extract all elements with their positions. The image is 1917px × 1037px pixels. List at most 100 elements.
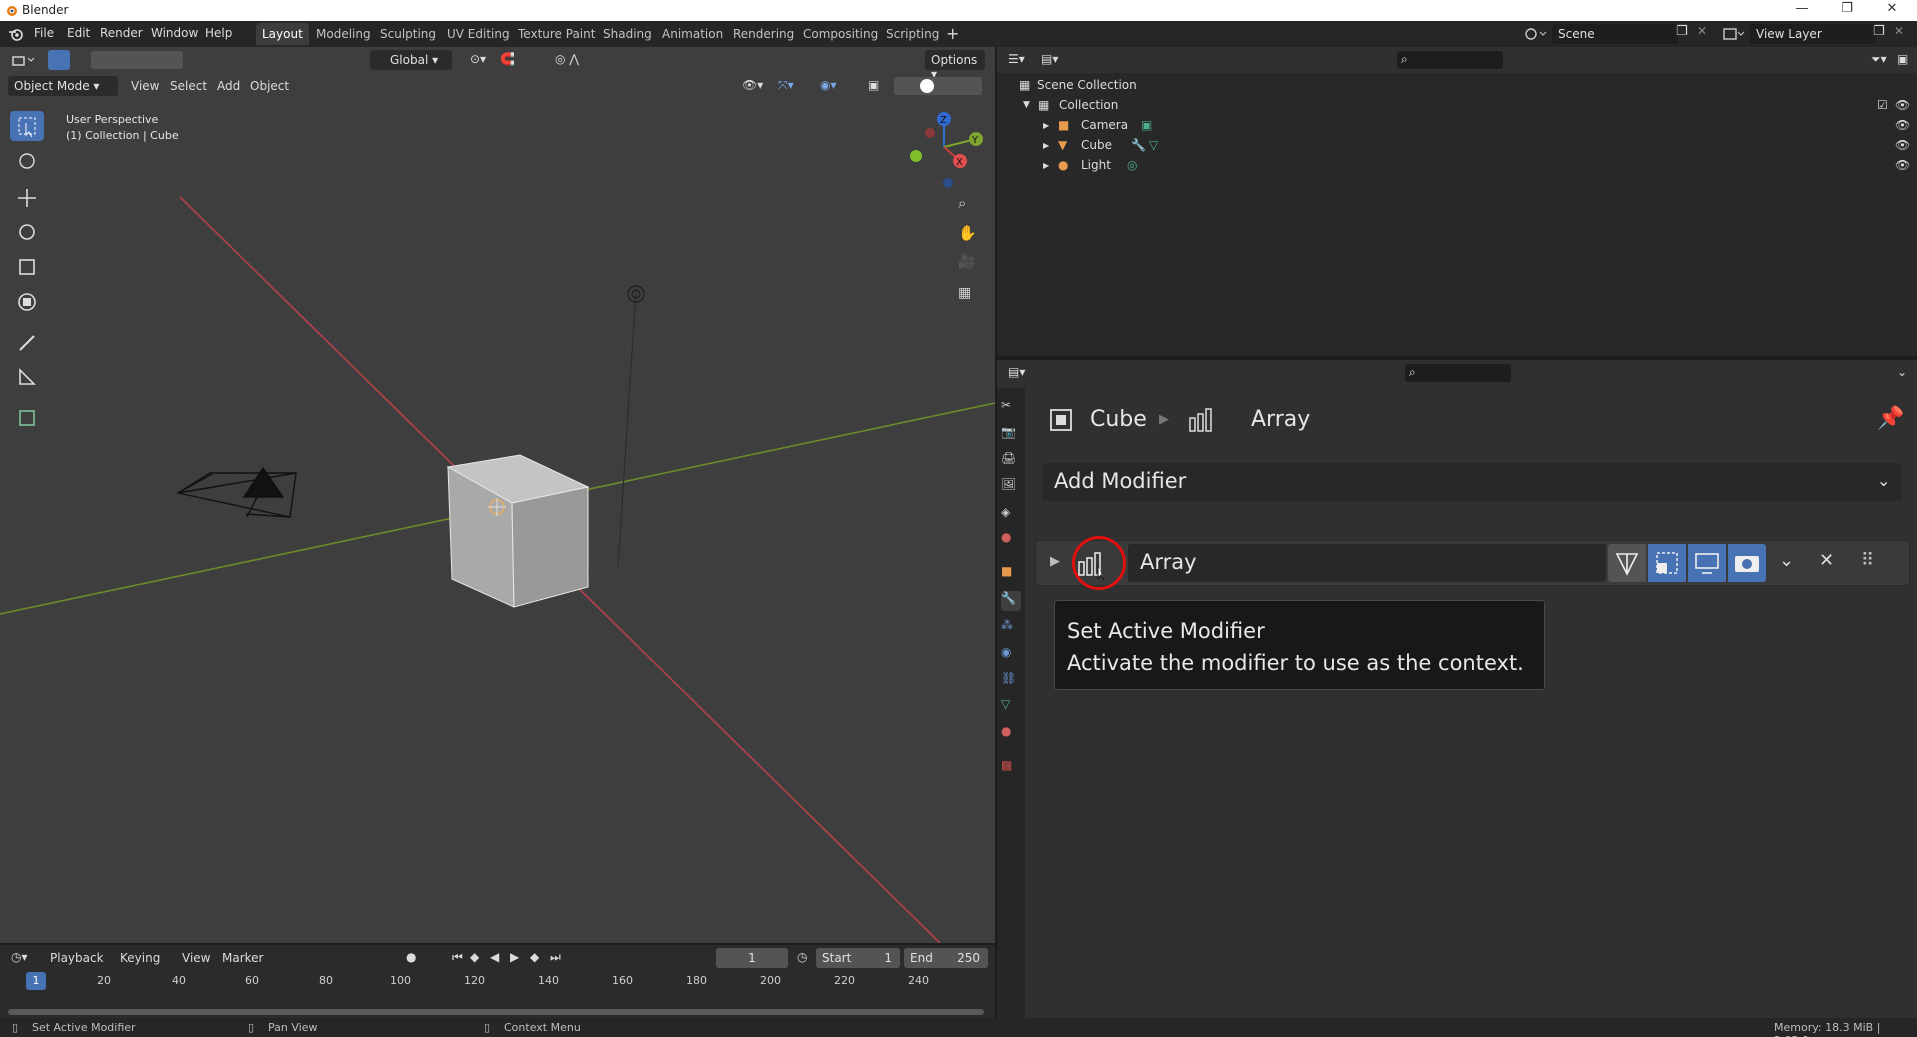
overlays-toggle-icon[interactable]: ◉▾ <box>820 78 837 92</box>
physics-tab-icon[interactable]: ◉ <box>1001 645 1021 665</box>
menu-render[interactable]: Render <box>100 26 143 40</box>
pan-hand-icon[interactable]: ✋ <box>958 224 977 242</box>
menu-help[interactable]: Help <box>205 26 232 40</box>
blender-menu-icon[interactable] <box>8 27 24 41</box>
realtime-display-toggle[interactable] <box>1688 544 1726 582</box>
minimize-button[interactable]: — <box>1787 1 1817 19</box>
expand-modifier-icon[interactable]: ▶ <box>1050 554 1060 569</box>
scene-tab-icon[interactable]: ◈ <box>1001 505 1021 525</box>
editor-type-icon[interactable] <box>10 51 38 69</box>
close-window-button[interactable]: ✕ <box>1877 1 1907 19</box>
camera-data-icon[interactable]: ▣ <box>1141 118 1152 132</box>
visibility-icon[interactable]: 👁▾ <box>742 78 763 92</box>
timeline-menu-view[interactable]: View <box>182 951 210 965</box>
navigation-gizmo[interactable]: Z Y X <box>904 109 988 189</box>
modifier-options-chevron-icon[interactable]: ⌄ <box>1779 550 1794 571</box>
new-collection-icon[interactable]: ▣ <box>1897 52 1908 66</box>
current-frame-field[interactable]: 1 <box>716 948 788 968</box>
pivot-point-icon[interactable]: ⊙▾ <box>470 52 486 66</box>
tab-rendering[interactable]: Rendering <box>727 23 800 45</box>
start-frame-field[interactable]: Start 1 <box>816 948 900 968</box>
visibility-eye-icon[interactable]: 👁 <box>1895 98 1910 112</box>
menu-window[interactable]: Window <box>151 26 198 40</box>
delete-modifier-icon[interactable]: ✕ <box>1819 550 1834 571</box>
viewport-menu-object[interactable]: Object <box>250 79 289 93</box>
outliner-editor-type-icon[interactable]: ☰▾ <box>1008 52 1025 66</box>
snap-icon[interactable]: 🧲 <box>500 52 515 66</box>
jump-keyframe-back-icon[interactable]: ◆ <box>470 950 479 964</box>
outliner-item-cube[interactable]: ▶ ▼ Cube 🔧 ▽ 👁 <box>997 135 1917 155</box>
material-tab-icon[interactable]: ● <box>1001 724 1021 744</box>
xray-toggle-icon[interactable]: ▣ <box>868 78 879 92</box>
cursor-tool-button[interactable] <box>10 146 44 176</box>
on-cage-toggle[interactable] <box>1648 544 1686 582</box>
camera-view-icon[interactable]: 🎥 <box>958 254 975 270</box>
view-layer-field[interactable]: View Layer <box>1750 24 1876 44</box>
3d-viewport[interactable]: Global ▾ ⊙▾ 🧲 ◎ ⋀ Options ▾ Object Mode … <box>0 47 995 943</box>
options-dropdown[interactable]: Options ▾ <box>925 50 985 81</box>
expand-cube-icon[interactable]: ▶ <box>1043 141 1049 150</box>
maximize-button[interactable]: ❐ <box>1832 1 1862 19</box>
orientation-dropdown[interactable]: Global ▾ <box>370 50 452 70</box>
modifier-name-input[interactable]: Array <box>1128 544 1606 582</box>
preview-range-icon[interactable]: ◷ <box>797 950 807 964</box>
select-tool-button[interactable] <box>10 111 44 141</box>
object-tab-icon[interactable]: ■ <box>1001 564 1021 584</box>
play-reverse-icon[interactable]: ◀ <box>490 950 499 964</box>
scene-name-field[interactable]: Scene <box>1552 24 1678 44</box>
shading-mode-buttons[interactable] <box>894 77 982 95</box>
scale-tool-button[interactable] <box>10 252 44 282</box>
auto-keying-icon[interactable]: ● <box>406 950 416 964</box>
annotate-tool-button[interactable] <box>10 328 44 358</box>
properties-editor-type-icon[interactable]: ▤▾ <box>1008 365 1025 379</box>
jump-keyframe-forward-icon[interactable]: ◆ <box>530 950 539 964</box>
tab-scripting[interactable]: Scripting <box>880 23 945 45</box>
edit-mode-toggle[interactable] <box>1608 544 1646 582</box>
move-tool-button[interactable] <box>10 183 44 213</box>
new-view-layer-icon[interactable]: ❐ <box>1873 24 1885 39</box>
outliner-search-input[interactable]: ⌕ <box>1397 51 1503 69</box>
mesh-data-tab-icon[interactable]: ▽ <box>1001 697 1021 717</box>
visibility-eye-icon[interactable]: 👁 <box>1895 158 1910 172</box>
menu-edit[interactable]: Edit <box>67 26 90 40</box>
viewport-menu-view[interactable]: View <box>131 79 159 93</box>
jump-end-icon[interactable]: ⏭ <box>550 950 561 965</box>
light-data-icon[interactable]: ◎ <box>1127 158 1137 172</box>
gizmo-toggle-icon[interactable]: ⤧▾ <box>778 78 794 93</box>
render-tab-icon[interactable]: 📷 <box>1001 425 1021 445</box>
mesh-data-icon[interactable]: ▽ <box>1149 138 1158 152</box>
jump-start-icon[interactable]: ⏮ <box>452 950 463 965</box>
outliner-item-camera[interactable]: ▶ ■ Camera ▣ 👁 <box>997 115 1917 135</box>
transform-tool-button[interactable] <box>10 287 44 317</box>
world-tab-icon[interactable]: ● <box>1001 530 1021 550</box>
viewport-menu-add[interactable]: Add <box>217 79 240 93</box>
modifier-wrench-icon[interactable]: 🔧 <box>1131 138 1146 152</box>
properties-search-input[interactable]: ⌕ <box>1405 364 1511 382</box>
expand-collection-icon[interactable]: ▼ <box>1023 100 1030 110</box>
timeline-menu-keying[interactable]: Keying <box>120 951 160 965</box>
add-cube-tool-button[interactable] <box>10 402 44 432</box>
scene-collection-row[interactable]: ▦ Scene Collection <box>997 75 1917 95</box>
object-mode-dropdown[interactable]: Object Mode ▾ <box>8 76 118 96</box>
add-modifier-dropdown[interactable]: Add Modifier ⌄ <box>1042 463 1902 501</box>
display-mode-icon[interactable]: ▤▾ <box>1041 52 1058 66</box>
output-tab-icon[interactable]: 🖨 <box>1001 451 1021 471</box>
visibility-eye-icon[interactable]: 👁 <box>1895 118 1910 132</box>
constraints-tab-icon[interactable]: ⛓ <box>1001 671 1021 691</box>
solid-shading-icon[interactable] <box>920 79 934 93</box>
measure-tool-button[interactable] <box>10 362 44 392</box>
scene-selector-icon[interactable] <box>1524 26 1548 42</box>
timeline-editor-type-icon[interactable]: ◷▾ <box>11 950 28 964</box>
proportional-editing-icon[interactable]: ◎ ⋀ <box>555 52 579 66</box>
particles-tab-icon[interactable]: ⁂ <box>1001 618 1021 638</box>
timeline-scrollbar[interactable] <box>8 1009 984 1015</box>
properties-options-icon[interactable]: ⌄ <box>1897 365 1907 379</box>
ortho-grid-icon[interactable]: ▦ <box>958 285 971 301</box>
outliner-item-light[interactable]: ▶ ● Light ◎ 👁 <box>997 155 1917 175</box>
playhead[interactable]: 1 <box>26 972 46 990</box>
tool-tab-icon[interactable]: ✂ <box>1001 398 1021 418</box>
expand-camera-icon[interactable]: ▶ <box>1043 121 1049 130</box>
expand-light-icon[interactable]: ▶ <box>1043 161 1049 170</box>
menu-file[interactable]: File <box>34 26 54 40</box>
collection-row[interactable]: ▼ ▦ Collection ☑ 👁 <box>997 95 1917 115</box>
